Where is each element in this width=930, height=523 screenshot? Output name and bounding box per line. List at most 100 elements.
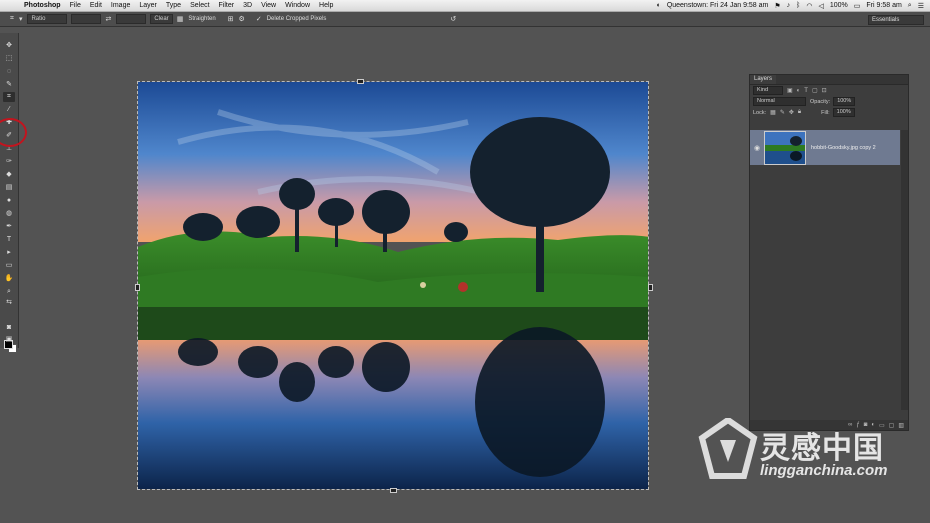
lock-label: Lock: [753,109,767,116]
landscape-photo [138,82,648,489]
reset-icon[interactable]: ↺ [450,15,456,23]
layers-scrollbar[interactable] [901,130,908,410]
battery-icon[interactable]: ▭ [854,2,861,10]
volume-icon[interactable]: ◁ [818,2,823,10]
quick-mask-icon[interactable]: ◙ [3,323,15,333]
path-select-tool-icon[interactable]: ▸ [3,248,15,258]
menu-filter[interactable]: Filter [219,2,235,9]
filter-pixel-icon[interactable]: ▣ [787,87,793,94]
world-clock[interactable]: Queenstown: Fri 24 Jan 9:58 am [667,2,769,9]
crop-tool-icon[interactable]: ⌗ [3,92,15,102]
ratio-select[interactable]: Ratio [27,14,68,24]
filter-smart-icon[interactable]: ⊡ [822,87,827,94]
clear-button[interactable]: Clear [150,14,173,24]
crop-handle-top[interactable] [357,79,364,84]
menu-edit[interactable]: Edit [90,2,102,9]
layer-item[interactable]: ◉ hobbit-Goodsky.jpg copy 2 [750,130,900,165]
opacity-label: Opacity: [810,98,831,105]
blur-tool-icon[interactable]: ● [3,196,15,206]
workspace-select[interactable]: Essentials [868,15,924,25]
lasso-tool-icon[interactable]: ◌ [3,67,15,77]
lock-pixels-icon[interactable]: ✎ [780,109,785,116]
menu-view[interactable]: View [261,2,276,9]
tab-layers[interactable]: Layers [750,75,777,84]
menu-image[interactable]: Image [111,2,130,9]
marquee-tool-icon[interactable]: ⬚ [3,54,15,64]
blend-mode-select[interactable]: Normal [753,97,806,106]
menu-layer[interactable]: Layer [139,2,157,9]
move-tool-icon[interactable]: ✥ [3,41,15,51]
annotation-circle [0,118,27,147]
document-canvas[interactable] [137,81,649,490]
ratio-width-input[interactable] [71,14,102,24]
status-icon[interactable]: ◐ [657,2,661,9]
swap-icon[interactable]: ⇄ [105,15,111,23]
opacity-input[interactable]: 100% [833,97,856,106]
straighten-label[interactable]: Straighten [188,16,215,22]
crop-handle-left[interactable] [135,284,140,291]
lock-all-icon[interactable]: 🔒︎ [798,109,801,116]
spotlight-icon[interactable]: ⌕ [908,2,912,10]
eyedropper-tool-icon[interactable]: ⁄ [3,105,15,115]
filter-adjustment-icon[interactable]: ◐ [797,88,801,94]
checkbox-checked-icon[interactable]: ✓ [256,15,262,23]
watermark-en-text: lingganchina.com [760,462,888,479]
kind-filter-select[interactable]: Kind [753,86,783,95]
layers-panel-tabs: Layers [750,75,908,85]
hand-tool-icon[interactable]: ✋ [3,274,15,284]
menu-file[interactable]: File [70,2,81,9]
wifi-icon[interactable]: ◠ [806,2,812,10]
fill-label: Fill: [821,109,830,116]
menu-help[interactable]: Help [319,2,333,9]
delete-cropped-pixels-label[interactable]: Delete Cropped Pixels [267,16,327,22]
crop-handle-right[interactable] [648,284,653,291]
gradient-tool-icon[interactable]: ▤ [3,183,15,193]
lock-row: Lock: ▦ ✎ ✥ 🔒︎ Fill: 100% [750,107,908,118]
dodge-tool-icon[interactable]: ◍ [3,209,15,219]
mac-menubar: Photoshop File Edit Image Layer Type Sel… [0,0,930,12]
eraser-tool-icon[interactable]: ◆ [3,170,15,180]
swap-colors-icon[interactable]: ⇆ [3,298,15,308]
layer-name[interactable]: hobbit-Goodsky.jpg copy 2 [811,145,876,151]
chevron-down-icon[interactable]: ▾ [19,15,23,23]
layer-filter-row: Kind ▣ ◐ T ▢ ⊡ [750,85,908,96]
filter-shape-icon[interactable]: ▢ [812,87,818,94]
tools-panel: ✥ ⬚ ◌ ✎ ⌗ ⁄ ✚ ✐ ⊥ ✑ ◆ ▤ ● ◍ ✒ T ▸ ▭ ✋ ⌕ … [0,33,27,353]
pen-tool-icon[interactable]: ✒ [3,222,15,232]
history-brush-icon[interactable]: ✑ [3,157,15,167]
lock-transparent-icon[interactable]: ▦ [770,109,776,116]
menu-window[interactable]: Window [285,2,310,9]
watermark-logo-icon [698,416,758,479]
blend-row: Normal Opacity: 100% [750,96,908,107]
shape-tool-icon[interactable]: ▭ [3,261,15,271]
zoom-tool-icon[interactable]: ⌕ [3,287,15,297]
menubar-status-area: ◐ Queenstown: Fri 24 Jan 9:58 am ⚑ ♪ ᛒ ◠… [651,0,924,11]
watermark: 灵感中国 lingganchina.com [698,416,918,488]
crop-handle-bottom[interactable] [390,488,397,493]
straighten-icon[interactable]: ▦ [177,15,184,23]
menubar-clock[interactable]: Fri 9:58 am [866,2,901,9]
menu-app-name[interactable]: Photoshop [24,2,61,9]
gear-icon[interactable]: ⚙ [239,15,245,23]
overlay-grid-icon[interactable]: ⊞ [228,15,234,23]
options-bar: ⌗ ▾ Ratio ⇄ Clear ▦ Straighten ⊞ ⚙ ✓ Del… [0,12,930,27]
menu-3d[interactable]: 3D [243,2,252,9]
screen-mode-icon[interactable]: ▣ [3,335,15,345]
quick-select-tool-icon[interactable]: ✎ [3,80,15,90]
status-icon[interactable]: ♪ [787,2,791,9]
menu-select[interactable]: Select [190,2,209,9]
bluetooth-icon[interactable]: ᛒ [796,2,800,9]
eye-icon[interactable]: ◉ [750,144,764,152]
notification-center-icon[interactable]: ☰ [918,2,924,10]
crop-tool-icon[interactable]: ⌗ [10,15,14,23]
lock-position-icon[interactable]: ✥ [789,109,794,116]
status-icon[interactable]: ⚑ [774,2,780,10]
ratio-height-input[interactable] [116,14,147,24]
type-tool-icon[interactable]: T [3,235,15,245]
fill-input[interactable]: 100% [832,108,855,117]
watermark-cn-text: 灵感中国 [760,431,884,466]
layers-panel: Layers Kind ▣ ◐ T ▢ ⊡ Normal Opacity: 10… [749,74,909,431]
menu-type[interactable]: Type [166,2,181,9]
filter-type-icon[interactable]: T [804,88,808,94]
battery-percentage[interactable]: 100% [830,2,848,9]
